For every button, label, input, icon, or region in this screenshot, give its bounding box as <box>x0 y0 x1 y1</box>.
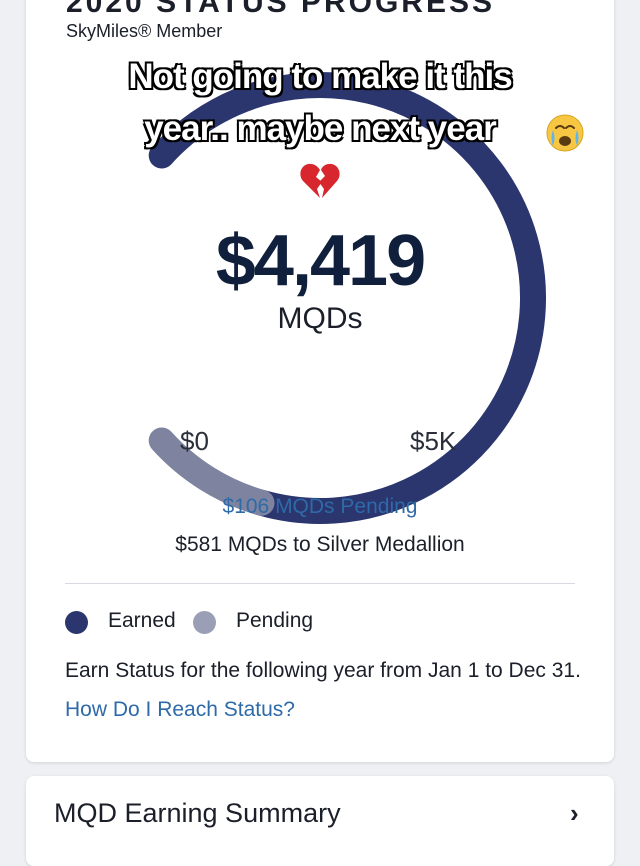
pending-legend-dot <box>193 611 216 634</box>
pending-legend-label: Pending <box>236 609 314 632</box>
chevron-right-icon: › <box>570 798 579 828</box>
gauge-min-label: $0 <box>180 426 209 456</box>
overlay-caption-text-2: year.. maybe next year <box>143 109 498 148</box>
overlay-caption-line-2: year.. maybe next year <box>0 109 640 148</box>
status-info-text: Earn Status for the following year from … <box>65 659 581 682</box>
mqd-earning-summary-label: MQD Earning Summary <box>54 798 341 828</box>
how-reach-status-link[interactable]: How Do I Reach Status? <box>65 698 295 722</box>
gauge-pending-arc <box>148 427 275 516</box>
mqds-to-next-status: $581 MQDs to Silver Medallion <box>175 533 465 556</box>
broken-heart-emoji <box>300 163 340 198</box>
earned-legend-label: Earned <box>108 609 176 632</box>
earned-legend-dot <box>65 611 88 634</box>
gauge-max-label: $5K <box>410 426 457 456</box>
mqds-pending-link[interactable]: $106 MQDs Pending <box>0 495 640 519</box>
divider <box>65 583 575 584</box>
overlay-caption-line-1: Not going to make it this <box>127 57 513 96</box>
mqd-amount: $4,419 <box>215 221 426 301</box>
crying-face-emoji <box>546 114 584 152</box>
mqd-unit: MQDs <box>277 302 363 335</box>
